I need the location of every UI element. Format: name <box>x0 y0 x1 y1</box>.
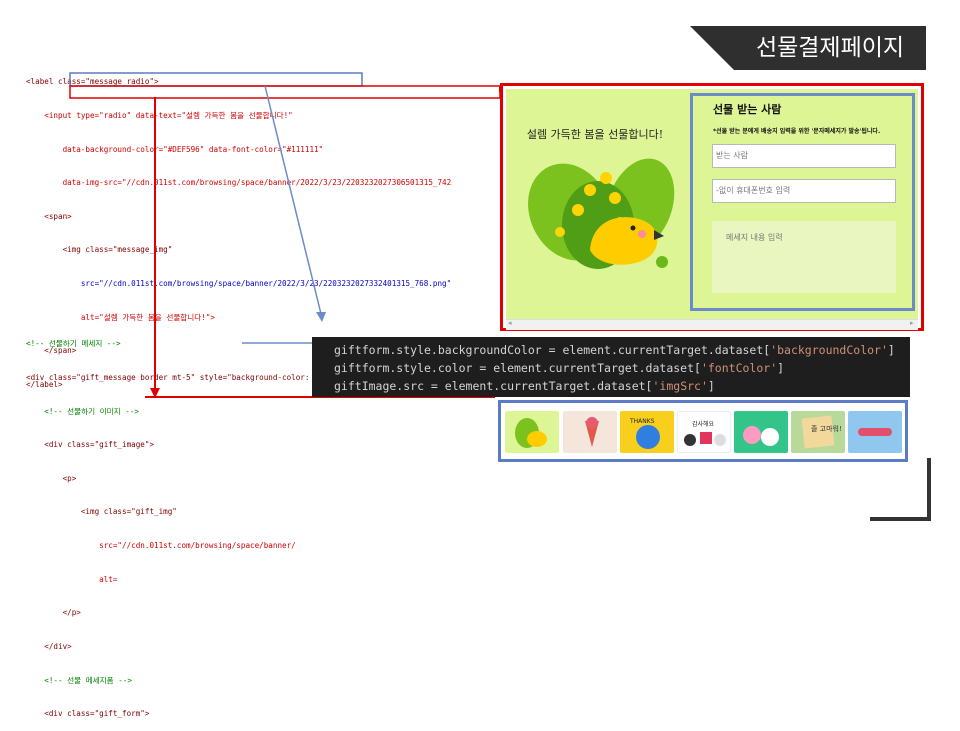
theme-thumbnail-bunnies[interactable] <box>734 411 788 453</box>
corner-bracket-vertical <box>927 458 931 520</box>
corner-bracket-horizontal <box>870 517 931 521</box>
theme-thumbnail-thanks[interactable]: THANKS <box>620 411 674 453</box>
js-line-image: giftImage.src = element.currentTarget.da… <box>334 379 715 393</box>
code-line: </div> <box>26 641 72 651</box>
gamsa-text: 감사해요 <box>692 420 715 428</box>
theme-thumbnail-blue[interactable] <box>848 411 902 453</box>
code-line: alt= <box>26 574 118 584</box>
theme-thumbnail-spring[interactable] <box>505 411 559 453</box>
theme-thumbnail-bouquet[interactable] <box>563 411 617 453</box>
code-line: </p> <box>26 608 81 618</box>
code-line: src="//cdn.011st.com/browsing/space/bann… <box>26 541 296 551</box>
javascript-code-popup: giftform.style.backgroundColor = element… <box>312 337 910 397</box>
thanks-text: THANKS <box>629 418 655 425</box>
code-line: <div class="gift_form"> <box>26 709 150 719</box>
js-line-color: giftform.style.color = element.currentTa… <box>334 361 785 375</box>
theme-thumbnail-gamsa[interactable]: 감사해요 <box>677 411 731 453</box>
js-line-background: giftform.style.backgroundColor = element… <box>334 343 895 357</box>
code-line: <!-- 선물 메세지폼 --> <box>26 675 132 685</box>
jolgo-text: 졸 고마워! <box>811 424 842 433</box>
theme-thumbnail-note[interactable]: 졸 고마워! <box>791 411 845 453</box>
